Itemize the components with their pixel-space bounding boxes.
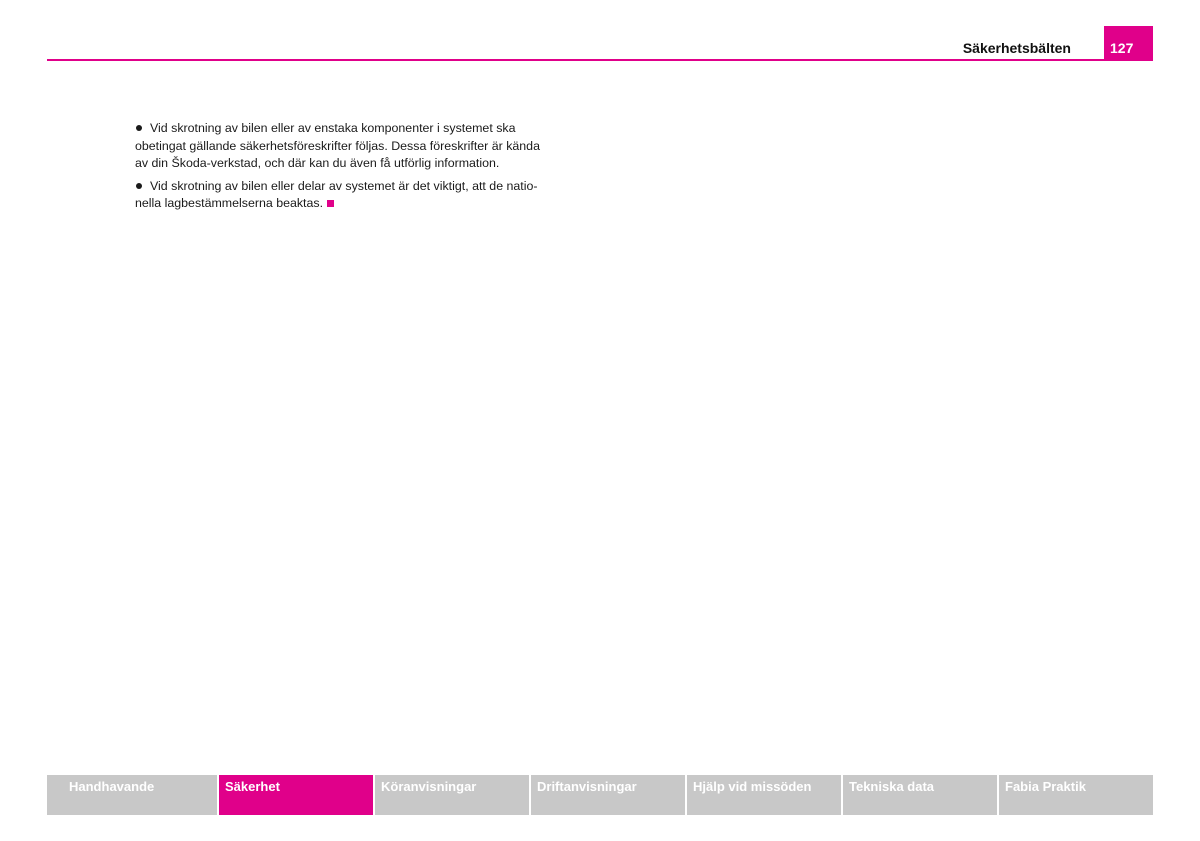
nav-tab-hjalp-vid-missoden[interactable]: Hjälp vid missöden [687, 775, 841, 815]
paragraph-line: nella lagbestämmelserna beaktas. [135, 196, 324, 211]
bullet-dot-icon [136, 125, 142, 132]
paragraph-line: Vid skrotning av bilen eller delar av sy… [150, 178, 538, 193]
chapter-navigation: Handhavande Säkerhet Köranvisningar Drif… [47, 775, 1153, 815]
nav-tab-fabia-praktik[interactable]: Fabia Praktik [999, 775, 1153, 815]
page-body: Vid skrotning av bilen eller av enstaka … [135, 120, 595, 218]
page-number-badge: 127 [1104, 26, 1153, 61]
header-divider [47, 59, 1153, 61]
section-end-square-icon [327, 200, 335, 208]
paragraph-line: av din Škoda-verkstad, och där kan du äv… [135, 156, 500, 171]
bullet-paragraph: Vid skrotning av bilen eller delar av sy… [135, 178, 595, 213]
nav-tab-sakerhet[interactable]: Säkerhet [219, 775, 373, 815]
bullet-paragraph: Vid skrotning av bilen eller av enstaka … [135, 120, 595, 173]
section-title: Säkerhetsbälten [962, 40, 1071, 56]
nav-tab-driftanvisningar[interactable]: Driftanvisningar [531, 775, 685, 815]
nav-tab-handhavande[interactable]: Handhavande [47, 775, 217, 815]
paragraph-line: obetingat gällande säkerhetsföreskrifter… [135, 138, 540, 153]
bullet-dot-icon [136, 183, 142, 189]
nav-tab-tekniska-data[interactable]: Tekniska data [843, 775, 997, 815]
nav-tab-koranvisningar[interactable]: Köranvisningar [375, 775, 529, 815]
paragraph-line: Vid skrotning av bilen eller av enstaka … [150, 121, 516, 135]
